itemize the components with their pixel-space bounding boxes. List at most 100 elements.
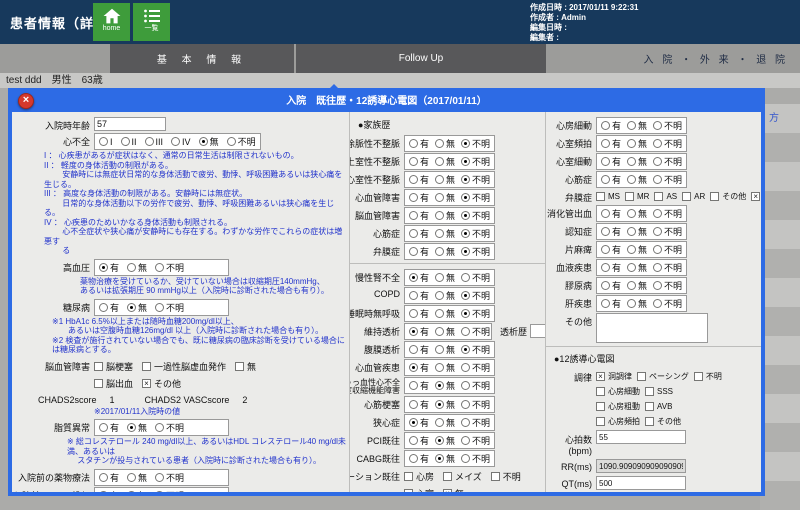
radio-option[interactable]: 有 — [409, 209, 429, 222]
radio-option[interactable]: 無 — [435, 271, 455, 284]
radio-option[interactable]: 無 — [435, 173, 455, 186]
checkbox-option[interactable]: 脳出血 — [94, 377, 133, 390]
tab-follow-up[interactable]: Follow Up — [296, 44, 546, 73]
checkbox-option[interactable]: 一過性脳虚血発作 — [142, 360, 226, 373]
radio-option[interactable]: II — [121, 137, 137, 147]
radio-option[interactable]: 無 — [627, 261, 647, 274]
checkbox-option[interactable]: MS — [596, 191, 620, 202]
radio-option[interactable]: 不明 — [155, 421, 184, 434]
home-button[interactable]: home — [93, 3, 130, 41]
list-button[interactable]: 一覧 — [133, 3, 170, 41]
radio-option[interactable]: 有 — [601, 119, 621, 132]
radio-option[interactable]: 無 — [627, 207, 647, 220]
radio-option[interactable]: 不明 — [461, 245, 490, 258]
radio-option[interactable]: 不明 — [461, 289, 490, 302]
radio-option[interactable]: 無 — [435, 191, 455, 204]
radio-option[interactable]: 不明 — [461, 434, 490, 447]
nav-admission-outpatient-discharge[interactable]: 入 院 ・ 外 来 ・ 退 院 — [644, 44, 788, 73]
radio-option[interactable]: 無 — [435, 343, 455, 356]
tab-basic-info[interactable]: 基 本 情 報 — [110, 44, 294, 73]
checkbox-option[interactable]: 心房粗動 — [596, 401, 640, 412]
radio-option[interactable]: 有 — [409, 398, 429, 411]
radio-option[interactable]: I — [99, 137, 113, 147]
checkbox-option[interactable]: 脳梗塞 — [94, 360, 133, 373]
radio-option[interactable]: 不明 — [461, 398, 490, 411]
radio-option[interactable]: 無 — [435, 398, 455, 411]
checkbox-option[interactable]: 心房頻拍 — [596, 416, 640, 427]
radio-option[interactable]: IV — [171, 137, 191, 147]
close-icon[interactable]: × — [18, 93, 34, 109]
radio-option[interactable]: 不明 — [653, 261, 682, 274]
radio-option[interactable]: 有 — [409, 325, 429, 338]
radio-option[interactable]: 不明 — [461, 343, 490, 356]
radio-option[interactable]: 無 — [435, 325, 455, 338]
radio-option[interactable]: 無 — [435, 137, 455, 150]
radio-option[interactable]: 不明 — [653, 119, 682, 132]
radio-option[interactable]: 不明 — [461, 227, 490, 240]
radio-option[interactable]: 不明 — [155, 261, 184, 274]
radio-option[interactable]: 不明 — [653, 137, 682, 150]
radio-option[interactable]: 無 — [627, 279, 647, 292]
checkbox-option[interactable]: 心室 — [404, 487, 434, 492]
radio-option[interactable]: 有 — [99, 489, 119, 493]
radio-option[interactable]: 有 — [99, 471, 119, 484]
radio-option[interactable]: 無 — [627, 173, 647, 186]
checkbox-option[interactable]: MR — [625, 191, 649, 202]
radio-option[interactable]: 不明 — [653, 279, 682, 292]
radio-option[interactable]: 有 — [601, 137, 621, 150]
checkbox-option[interactable]: ×その他 — [142, 377, 181, 390]
radio-option[interactable]: 不明 — [461, 173, 490, 186]
radio-option[interactable]: 無 — [435, 245, 455, 258]
radio-option[interactable]: 有 — [601, 207, 621, 220]
radio-option[interactable]: 無 — [435, 155, 455, 168]
radio-option[interactable]: 有 — [409, 137, 429, 150]
radio-option[interactable]: 無 — [127, 301, 147, 314]
radio-option[interactable]: 不明 — [461, 361, 490, 374]
radio-option[interactable]: 無 — [127, 421, 147, 434]
radio-option[interactable]: 有 — [601, 297, 621, 310]
radio-option[interactable]: 不明 — [653, 297, 682, 310]
radio-option[interactable]: 不明 — [461, 191, 490, 204]
radio-option[interactable]: 不明 — [461, 379, 490, 392]
radio-option[interactable]: 不明 — [653, 207, 682, 220]
radio-option[interactable]: 有 — [409, 245, 429, 258]
radio-option[interactable]: 有 — [409, 379, 429, 392]
checkbox-option[interactable]: ×無 — [443, 487, 464, 492]
checkbox-option[interactable]: AS — [654, 191, 677, 202]
radio-option[interactable]: 有 — [601, 261, 621, 274]
radio-option[interactable]: 有 — [409, 416, 429, 429]
radio-option[interactable]: 無 — [435, 289, 455, 302]
text-input[interactable] — [530, 324, 546, 338]
radio-option[interactable]: 有 — [99, 261, 119, 274]
radio-option[interactable]: 無 — [435, 452, 455, 465]
radio-option[interactable]: 不明 — [461, 325, 490, 338]
radio-option[interactable]: 無 — [627, 119, 647, 132]
radio-option[interactable]: 有 — [601, 155, 621, 168]
checkbox-option[interactable]: 不明 — [491, 470, 521, 483]
radio-option[interactable]: 不明 — [461, 271, 490, 284]
ecg-value-input[interactable] — [596, 476, 686, 490]
radio-option[interactable]: 不明 — [461, 137, 490, 150]
radio-option[interactable]: 有 — [409, 227, 429, 240]
radio-option[interactable]: 有 — [601, 225, 621, 238]
checkbox-option[interactable]: その他 — [710, 191, 746, 202]
radio-option[interactable]: 無 — [435, 361, 455, 374]
checkbox-option[interactable]: その他 — [645, 416, 681, 427]
radio-option[interactable]: 有 — [409, 361, 429, 374]
radio-option[interactable]: 有 — [409, 307, 429, 320]
radio-option[interactable]: 有 — [409, 191, 429, 204]
radio-option[interactable]: 不明 — [653, 155, 682, 168]
radio-option[interactable]: 無 — [627, 297, 647, 310]
radio-option[interactable]: 無 — [435, 209, 455, 222]
radio-option[interactable]: 有 — [601, 173, 621, 186]
text-input[interactable] — [94, 117, 166, 131]
radio-option[interactable]: 不明 — [461, 416, 490, 429]
radio-option[interactable]: 有 — [601, 279, 621, 292]
radio-option[interactable]: 有 — [409, 271, 429, 284]
checkbox-option[interactable]: AVB — [645, 401, 672, 412]
radio-option[interactable]: 不明 — [227, 135, 256, 148]
radio-option[interactable]: 無 — [435, 416, 455, 429]
radio-option[interactable]: 不明 — [461, 209, 490, 222]
radio-option[interactable]: 不明 — [653, 173, 682, 186]
radio-option[interactable]: 有 — [409, 434, 429, 447]
